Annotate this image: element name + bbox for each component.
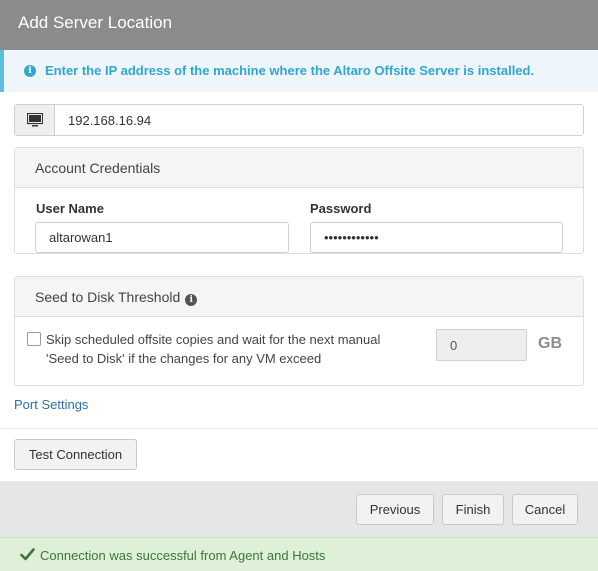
info-circle-icon: i	[24, 65, 36, 77]
password-label: Password	[310, 201, 372, 216]
seed-to-disk-panel: Seed to Disk Threshold i Skip scheduled o…	[14, 276, 584, 386]
dialog-footer: Previous Finish Cancel	[0, 481, 598, 537]
gb-unit-label: GB	[538, 335, 562, 352]
info-message: Enter the IP address of the machine wher…	[45, 63, 535, 78]
finish-button[interactable]: Finish	[442, 494, 504, 525]
password-input[interactable]	[310, 222, 563, 253]
test-connection-button[interactable]: Test Connection	[14, 439, 137, 470]
seed-threshold-input[interactable]	[436, 329, 527, 361]
check-icon	[20, 548, 35, 561]
monitor-icon	[15, 105, 55, 135]
panel-heading: Account Credentials	[15, 148, 583, 188]
dialog-title-bar: Add Server Location	[0, 0, 598, 50]
cancel-button[interactable]: Cancel	[512, 494, 578, 525]
skip-offsite-label: Skip scheduled offsite copies and wait f…	[46, 332, 381, 366]
server-ip-input[interactable]	[55, 105, 583, 135]
username-input[interactable]	[35, 222, 289, 253]
panel-title: Seed to Disk Threshold i	[35, 289, 198, 306]
success-status-bar: Connection was successful from Agent and…	[0, 537, 598, 571]
info-circle-icon[interactable]: i	[185, 294, 198, 306]
port-settings-link[interactable]: Port Settings	[14, 397, 88, 412]
divider	[0, 428, 598, 429]
account-credentials-panel: Account Credentials User Name Password	[14, 147, 584, 254]
username-label: User Name	[36, 201, 104, 216]
server-ip-group	[14, 104, 584, 136]
info-alert: i Enter the IP address of the machine wh…	[0, 50, 598, 92]
seed-heading-text: Seed to Disk Threshold	[35, 289, 181, 305]
panel-heading: Seed to Disk Threshold i	[15, 277, 583, 317]
previous-button[interactable]: Previous	[356, 494, 434, 525]
dialog-title: Add Server Location	[18, 13, 173, 32]
skip-offsite-checkbox[interactable]	[27, 332, 41, 346]
success-message: Connection was successful from Agent and…	[40, 548, 326, 563]
panel-title: Account Credentials	[35, 160, 161, 176]
